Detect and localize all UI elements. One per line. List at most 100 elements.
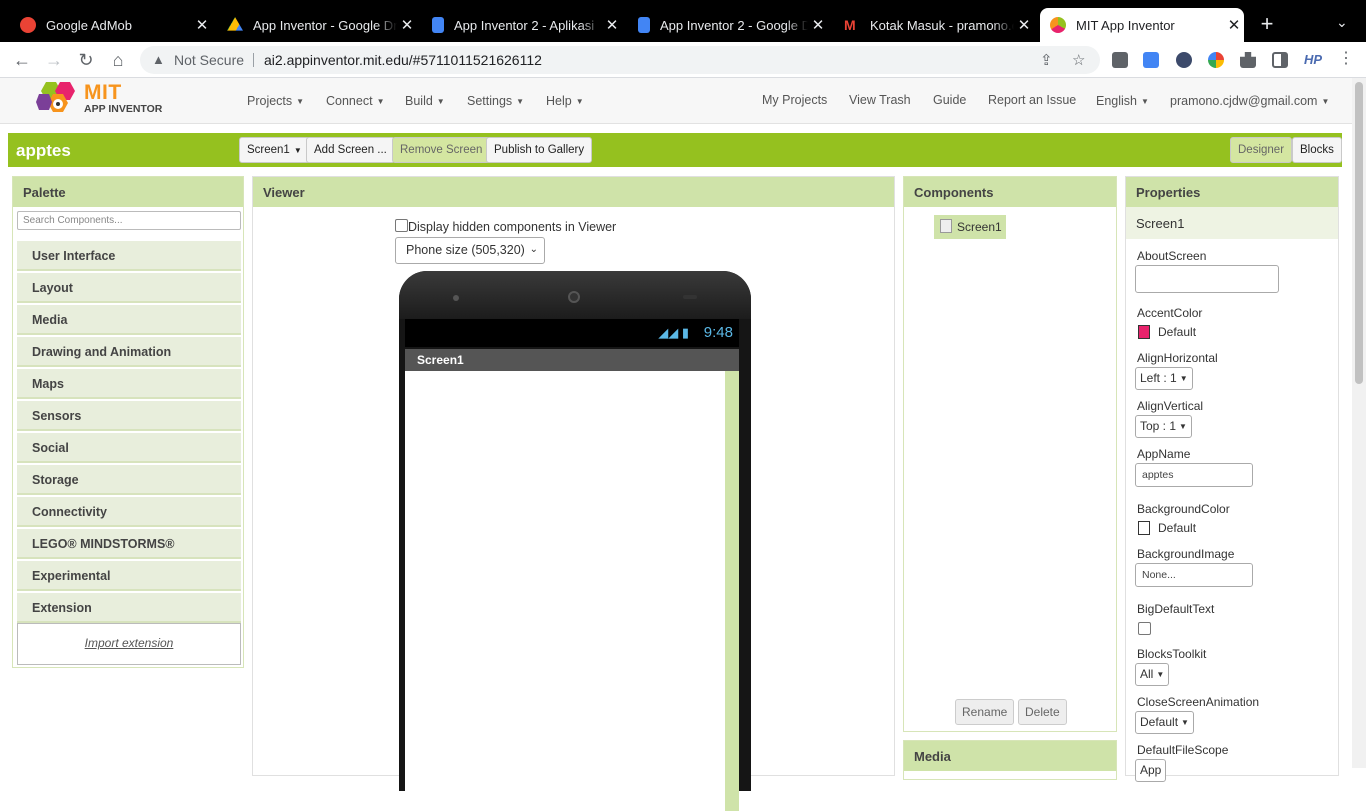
palette-category[interactable]: Extension — [17, 593, 241, 623]
app-header: MIT APP INVENTOR Projects ▼ Connect ▼ Buil… — [0, 78, 1352, 124]
blocks-button[interactable]: Blocks — [1292, 137, 1342, 163]
palette-category[interactable]: Connectivity — [17, 497, 241, 527]
accent-color-value[interactable]: Default — [1158, 325, 1196, 339]
menu-projects[interactable]: Projects ▼ — [247, 94, 304, 108]
more-menu-icon[interactable]: ⋮ — [1338, 51, 1354, 68]
extension-icon[interactable] — [1176, 52, 1192, 68]
address-bar[interactable]: ▲ Not Secure ai2.appinventor.mit.edu/#57… — [140, 46, 1100, 74]
close-tab-icon[interactable]: ✕ — [192, 16, 212, 34]
app-name-input[interactable]: apptes — [1135, 463, 1253, 487]
browser-toolbar: ← → ↻ ⌂ ▲ Not Secure ai2.appinventor.mit… — [0, 42, 1366, 78]
hp-icon[interactable]: HP — [1304, 52, 1322, 68]
rename-button[interactable]: Rename — [955, 699, 1015, 725]
tab-search-icon[interactable]: ⌄ — [1336, 14, 1348, 31]
page-scrollbar[interactable] — [1352, 78, 1366, 768]
close-tab-icon[interactable]: ✕ — [1014, 16, 1034, 34]
display-hidden-checkbox[interactable] — [395, 219, 408, 232]
palette-category[interactable]: Storage — [17, 465, 241, 495]
viewer-title: Viewer — [253, 177, 894, 207]
forward-icon[interactable]: → — [44, 50, 64, 70]
palette-category[interactable]: Social — [17, 433, 241, 463]
background-color-swatch[interactable] — [1138, 521, 1150, 535]
align-horizontal-dropdown[interactable]: Left : 1 ▼ — [1135, 367, 1193, 390]
phone-size-select[interactable]: Phone size (505,320) ⌄ — [395, 237, 545, 264]
remove-screen-button[interactable]: Remove Screen — [392, 137, 491, 163]
account-menu[interactable]: pramono.cjdw@gmail.com ▼ — [1170, 94, 1329, 108]
reload-icon[interactable]: ↻ — [76, 50, 96, 70]
accent-color-swatch[interactable] — [1138, 325, 1150, 339]
link-report-issue[interactable]: Report an Issue — [988, 93, 1076, 107]
prop-label: AboutScreen — [1137, 249, 1207, 263]
sensor-icon — [453, 295, 459, 301]
search-components-input[interactable]: Search Components... — [17, 211, 241, 230]
project-toolbar: apptes Screen1 ▼ Add Screen ... Remove Sc… — [8, 133, 1342, 167]
close-tab-icon[interactable]: ✕ — [808, 16, 828, 34]
new-tab-button[interactable]: + — [1255, 12, 1279, 36]
not-secure-label[interactable]: Not Secure — [174, 52, 244, 68]
close-tab-icon[interactable]: ✕ — [1224, 16, 1244, 34]
palette-category[interactable]: Layout — [17, 273, 241, 303]
background-color-value[interactable]: Default — [1158, 521, 1196, 535]
publish-gallery-button[interactable]: Publish to Gallery — [486, 137, 593, 163]
dropdown-value: App — [1140, 763, 1162, 777]
add-screen-button[interactable]: Add Screen ... — [306, 137, 395, 163]
side-panel-icon[interactable] — [1272, 52, 1288, 68]
share-icon[interactable]: ⇪ — [1040, 51, 1053, 69]
palette-category[interactable]: Sensors — [17, 401, 241, 431]
scrollbar-thumb[interactable] — [1355, 82, 1363, 384]
tab-title: Google AdMob — [46, 17, 133, 33]
browser-tab-active[interactable]: MIT App Inventor ✕ — [1040, 8, 1244, 42]
align-vertical-dropdown[interactable]: Top : 1 ▼ — [1135, 415, 1192, 438]
palette-category[interactable]: LEGO® MINDSTORMS® — [17, 529, 241, 559]
screen-select-label: Screen1 — [247, 144, 290, 156]
close-tab-icon[interactable]: ✕ — [602, 16, 622, 34]
menu-settings[interactable]: Settings ▼ — [467, 94, 524, 108]
menu-connect[interactable]: Connect ▼ — [326, 94, 384, 108]
link-guide[interactable]: Guide — [933, 93, 966, 107]
back-icon[interactable]: ← — [12, 50, 32, 70]
color-picker-icon[interactable] — [1208, 52, 1224, 68]
display-hidden-label: Display hidden components in Viewer — [408, 220, 617, 234]
palette-category[interactable]: Media — [17, 305, 241, 335]
big-default-text-checkbox[interactable] — [1138, 622, 1151, 635]
menu-build[interactable]: Build ▼ — [405, 94, 445, 108]
home-icon[interactable]: ⌂ — [108, 50, 128, 70]
phone-bezel — [399, 271, 751, 319]
browser-tab[interactable]: App Inventor - Google Drive ✕ — [217, 8, 417, 42]
designer-button[interactable]: Designer — [1230, 137, 1293, 163]
component-tree-screen1[interactable]: Screen1 — [934, 215, 1006, 239]
language-menu[interactable]: English ▼ — [1096, 94, 1149, 108]
url-text[interactable]: ai2.appinventor.mit.edu/#571101152162611… — [264, 52, 542, 68]
blocks-toolkit-dropdown[interactable]: All ▼ — [1135, 663, 1170, 686]
dropdown-value: Default — [1140, 715, 1179, 729]
about-screen-textarea[interactable] — [1135, 265, 1279, 293]
screen-canvas[interactable] — [405, 371, 725, 811]
menu-help[interactable]: Help ▼ — [546, 94, 584, 108]
palette-category[interactable]: Maps — [17, 369, 241, 399]
palette-category[interactable]: Drawing and Animation — [17, 337, 241, 367]
close-screen-animation-dropdown[interactable]: Default ▼ — [1135, 711, 1194, 734]
extension-icon[interactable] — [1112, 52, 1128, 68]
default-file-scope-dropdown[interactable]: App — [1135, 759, 1167, 782]
translate-icon[interactable] — [1143, 52, 1159, 68]
browser-tab[interactable]: Google AdMob ✕ — [10, 8, 212, 42]
palette-category[interactable]: User Interface — [17, 241, 241, 271]
bookmark-star-icon[interactable]: ☆ — [1072, 51, 1085, 69]
palette-category[interactable]: Experimental — [17, 561, 241, 591]
browser-tab[interactable]: App Inventor 2 - Aplikasi ✕ — [422, 8, 622, 42]
warning-icon[interactable]: ▲ — [152, 52, 165, 67]
media-panel: Media — [903, 740, 1117, 780]
screen-scrollbar[interactable] — [725, 371, 739, 811]
mit-logo-icon[interactable] — [36, 80, 80, 118]
browser-tab[interactable]: M Kotak Masuk - pramono.cjdw@gmail.com ✕ — [834, 8, 1034, 42]
phone-clock: 9:48 — [703, 324, 733, 341]
link-view-trash[interactable]: View Trash — [849, 93, 911, 107]
close-tab-icon[interactable]: ✕ — [397, 16, 417, 34]
viewer-panel: Viewer Display hidden components in View… — [252, 176, 895, 811]
delete-button[interactable]: Delete — [1018, 699, 1067, 725]
browser-tab[interactable]: App Inventor 2 - Google Docs ✕ — [628, 8, 828, 42]
background-image-input[interactable]: None... — [1135, 563, 1253, 587]
link-my-projects[interactable]: My Projects — [762, 93, 827, 107]
screen-select-dropdown[interactable]: Screen1 ▼ — [239, 137, 310, 163]
import-extension-link[interactable]: Import extension — [17, 623, 241, 665]
